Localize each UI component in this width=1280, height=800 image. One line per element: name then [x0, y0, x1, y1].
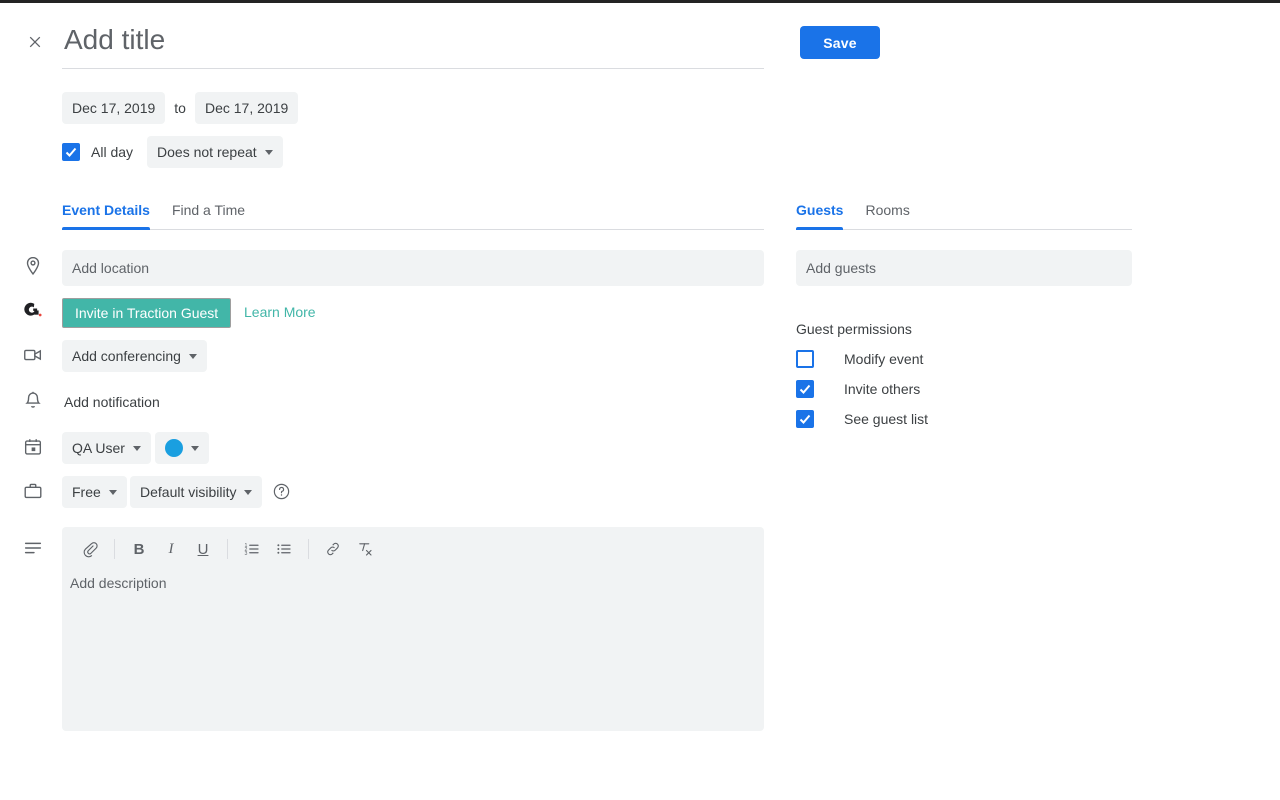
- event-editor-page: Save Dec 17, 2019 to Dec 17, 2019 All da…: [0, 3, 1280, 800]
- toolbar-divider: [308, 539, 309, 559]
- chevron-down-icon: [188, 353, 197, 359]
- date-to-label: to: [174, 100, 186, 116]
- left-tabs: Event Details Find a Time: [62, 202, 764, 230]
- description-placeholder: Add description: [70, 575, 167, 591]
- permission-label: Modify event: [844, 351, 924, 367]
- modify-event-checkbox[interactable]: [796, 350, 814, 368]
- traction-guest-logo-icon: [22, 300, 46, 324]
- end-date-chip[interactable]: Dec 17, 2019: [194, 92, 299, 124]
- title-field-wrapper: [62, 18, 764, 69]
- tab-rooms[interactable]: Rooms: [865, 202, 909, 229]
- chevron-down-icon: [132, 445, 141, 451]
- add-notification-button[interactable]: Add notification: [64, 394, 160, 410]
- link-icon[interactable]: [317, 533, 349, 565]
- availability-label: Free: [72, 484, 101, 500]
- calendar-icon: [22, 436, 46, 460]
- help-circle-icon[interactable]: [272, 482, 291, 506]
- location-pin-icon: [22, 255, 46, 279]
- save-button[interactable]: Save: [800, 26, 880, 59]
- attach-icon[interactable]: [74, 533, 106, 565]
- description-editor[interactable]: B I U 1 2 3 Add description: [62, 527, 764, 731]
- permission-row-modify-event[interactable]: Modify event: [796, 350, 923, 368]
- description-lines-icon: [22, 537, 46, 561]
- visibility-dropdown[interactable]: Default visibility: [130, 476, 263, 508]
- tab-find-a-time[interactable]: Find a Time: [172, 202, 245, 229]
- chevron-down-icon: [108, 489, 117, 495]
- toolbar-divider: [227, 539, 228, 559]
- toolbar-divider: [114, 539, 115, 559]
- event-color-dropdown[interactable]: [155, 432, 209, 464]
- chevron-down-icon: [244, 489, 253, 495]
- guest-permissions-title: Guest permissions: [796, 321, 912, 337]
- add-conferencing-label: Add conferencing: [72, 348, 181, 364]
- right-tabs: Guests Rooms: [796, 202, 1132, 230]
- description-toolbar: B I U 1 2 3: [62, 527, 764, 571]
- chevron-down-icon: [264, 149, 273, 155]
- underline-icon[interactable]: U: [187, 533, 219, 565]
- permission-row-see-guest-list[interactable]: See guest list: [796, 410, 928, 428]
- clear-formatting-icon[interactable]: [349, 533, 381, 565]
- date-range-row: Dec 17, 2019 to Dec 17, 2019: [62, 92, 299, 124]
- calendar-owner-dropdown[interactable]: QA User: [62, 432, 151, 464]
- numbered-list-icon[interactable]: 1 2 3: [236, 533, 268, 565]
- tab-guests[interactable]: Guests: [796, 202, 844, 230]
- recurrence-dropdown[interactable]: Does not repeat: [147, 136, 283, 168]
- event-title-input[interactable]: [62, 18, 764, 69]
- recurrence-label: Does not repeat: [157, 144, 257, 160]
- permission-label: Invite others: [844, 381, 921, 397]
- all-day-row: All day Does not repeat: [62, 136, 283, 168]
- svg-text:3: 3: [245, 551, 248, 557]
- location-input[interactable]: [62, 250, 764, 286]
- tab-event-details[interactable]: Event Details: [62, 202, 150, 230]
- invite-in-traction-guest-button[interactable]: Invite in Traction Guest: [62, 298, 232, 328]
- visibility-label: Default visibility: [140, 484, 237, 500]
- bell-icon: [22, 390, 46, 414]
- add-conferencing-dropdown[interactable]: Add conferencing: [62, 340, 207, 372]
- chevron-down-icon: [191, 445, 199, 451]
- start-date-chip[interactable]: Dec 17, 2019: [62, 92, 166, 124]
- all-day-checkbox[interactable]: [62, 143, 80, 161]
- video-camera-icon: [22, 344, 46, 368]
- briefcase-icon: [22, 480, 46, 504]
- close-icon[interactable]: [21, 28, 49, 56]
- learn-more-link[interactable]: Learn More: [244, 304, 316, 320]
- italic-icon[interactable]: I: [155, 533, 187, 565]
- bold-icon[interactable]: B: [123, 533, 155, 565]
- invite-others-checkbox[interactable]: [796, 380, 814, 398]
- all-day-label: All day: [91, 144, 134, 160]
- bulleted-list-icon[interactable]: [268, 533, 300, 565]
- add-guests-input[interactable]: [796, 250, 1132, 286]
- availability-dropdown[interactable]: Free: [62, 476, 127, 508]
- event-color-swatch: [165, 439, 183, 457]
- calendar-owner-label: QA User: [72, 440, 125, 456]
- permission-row-invite-others[interactable]: Invite others: [796, 380, 920, 398]
- see-guest-list-checkbox[interactable]: [796, 410, 814, 428]
- permission-label: See guest list: [844, 411, 929, 427]
